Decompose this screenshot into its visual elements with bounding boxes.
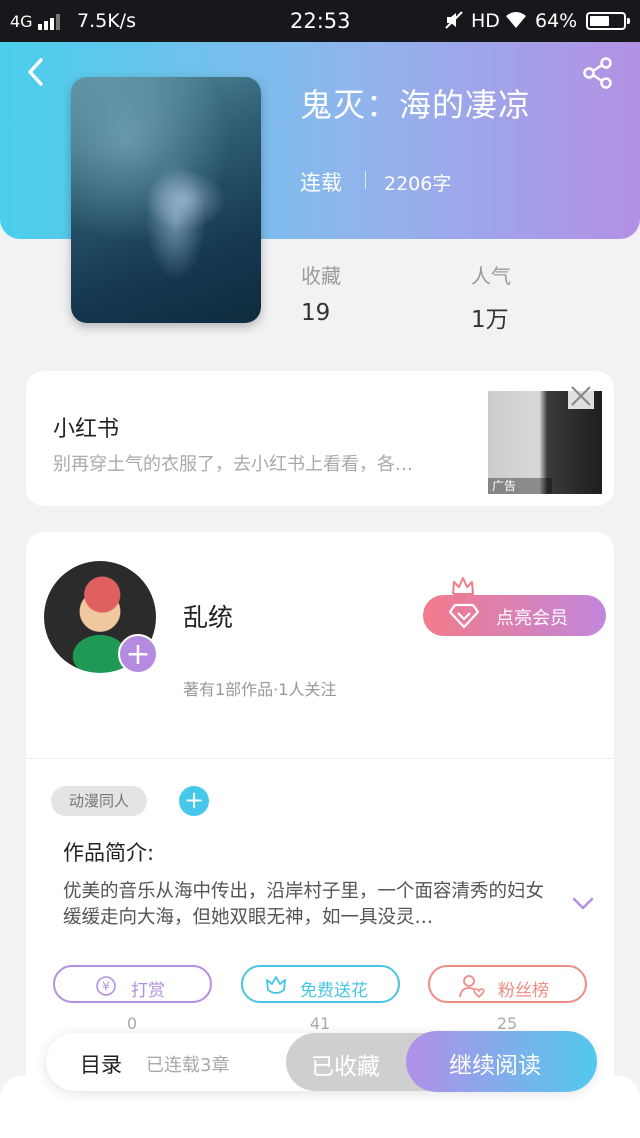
follow-plus-icon[interactable]: +: [118, 634, 158, 674]
intro-label: 作品简介:: [63, 841, 155, 865]
flower-icon: [263, 974, 289, 1003]
send-flower-label: 免费送花: [300, 981, 368, 1001]
diamond-icon: [448, 603, 480, 634]
flower-count: 41: [309, 1014, 331, 1033]
chapter-count: 已连载3章: [146, 1055, 230, 1076]
user-heart-icon: [458, 973, 486, 1004]
ad-title: 小红书: [53, 417, 120, 442]
send-flower-button[interactable]: 免费送花: [241, 965, 400, 1003]
word-count: 2206字: [384, 173, 452, 195]
continue-reading-button[interactable]: 继续阅读: [406, 1031, 597, 1092]
battery-percent: 64%: [535, 10, 578, 32]
fan-ranking-button[interactable]: 粉丝榜: [428, 965, 587, 1003]
back-icon[interactable]: [24, 56, 48, 92]
vip-button-label: 点亮会员: [496, 608, 568, 629]
hd-indicator: HD: [471, 10, 500, 32]
network-speed: 7.5K/s: [77, 10, 136, 32]
serial-status: 连载: [300, 171, 342, 195]
close-icon[interactable]: [568, 383, 594, 409]
signal-icon: [38, 13, 64, 35]
wifi-icon: [505, 10, 527, 35]
svg-text:¥: ¥: [102, 980, 110, 994]
section-divider: [26, 758, 614, 759]
popularity-value: 1万: [471, 307, 509, 333]
book-cover[interactable]: [71, 77, 261, 323]
chevron-down-icon[interactable]: [571, 896, 595, 916]
vip-button[interactable]: 点亮会员: [423, 595, 606, 636]
fan-ranking-label: 粉丝榜: [498, 981, 549, 1001]
ad-tag: 广告: [488, 478, 552, 494]
yen-coin-icon: ¥: [95, 975, 117, 1002]
network-indicator: 4G: [10, 12, 33, 31]
status-bar: 4G 7.5K/s 22:53 HD 64%: [0, 0, 640, 42]
clock: 22:53: [290, 9, 351, 33]
collected-label: 已收藏: [311, 1054, 380, 1080]
tip-button[interactable]: ¥ 打赏: [53, 965, 212, 1003]
meta-divider: [365, 171, 366, 189]
continue-reading-label: 继续阅读: [449, 1053, 541, 1079]
tip-label: 打赏: [131, 981, 165, 1001]
intro-text: 优美的音乐从海中传出，沿岸村子里，一个面容清秀的妇女缓缓走向大海，但她双眼无神，…: [63, 881, 545, 928]
ad-description: 别再穿土气的衣服了，去小红书上看看，各…: [53, 454, 413, 475]
author-name[interactable]: 乱统: [183, 598, 233, 634]
book-title: 鬼灭：海的凄凉: [300, 86, 532, 124]
genre-tag[interactable]: 动漫同人: [51, 786, 147, 816]
share-icon[interactable]: [582, 57, 614, 93]
popularity-label: 人气: [471, 264, 511, 288]
battery-icon: [586, 12, 630, 30]
mute-icon: [444, 10, 464, 35]
favorites-value: 19: [301, 300, 331, 326]
author-meta: 著有1部作品·1人关注: [183, 680, 337, 699]
favorites-label: 收藏: [301, 264, 341, 288]
add-tag-icon[interactable]: +: [179, 786, 209, 816]
tip-count: 0: [126, 1014, 138, 1033]
toc-button[interactable]: 目录: [80, 1049, 122, 1079]
